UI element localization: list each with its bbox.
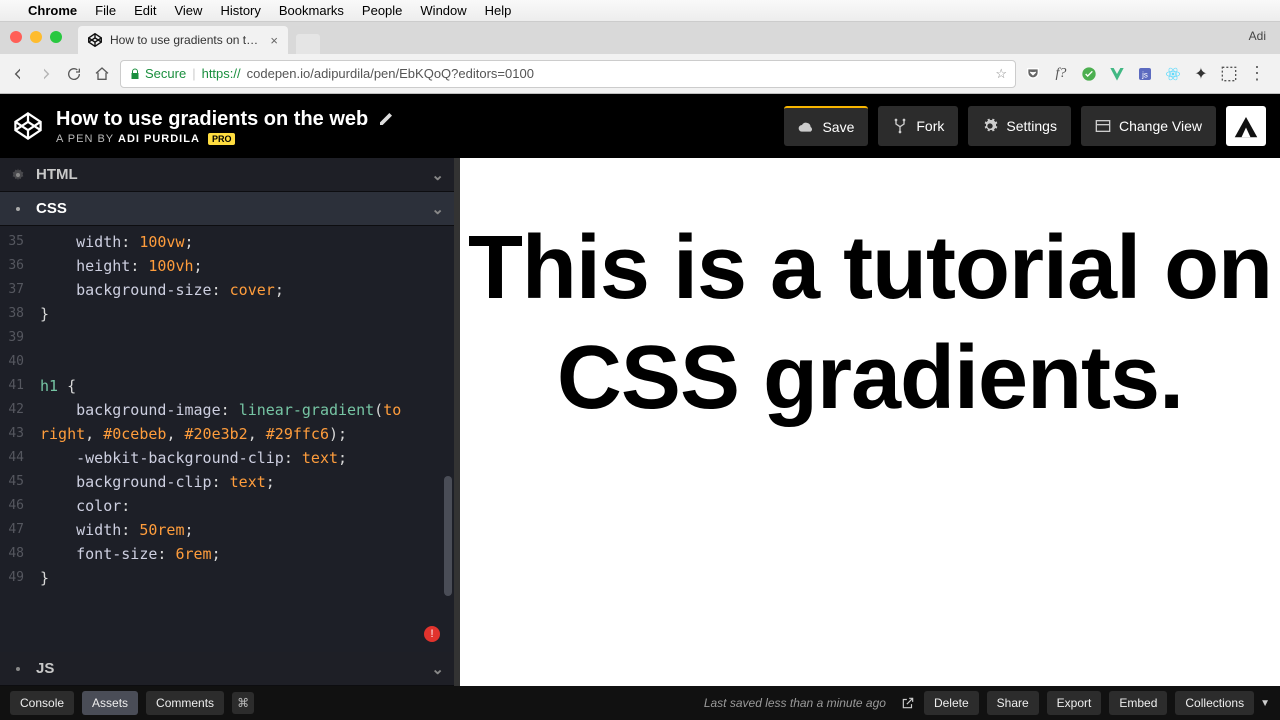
preview-heading: This is a tutorial on CSS gradients. bbox=[460, 214, 1280, 434]
codepen-footer: Console Assets Comments ⌘ Last saved les… bbox=[0, 686, 1280, 720]
assets-button[interactable]: Assets bbox=[82, 691, 138, 715]
chrome-menu-icon[interactable]: ⋮ bbox=[1248, 65, 1266, 83]
gear-icon[interactable] bbox=[10, 661, 26, 677]
home-button[interactable] bbox=[92, 64, 112, 84]
extension-icon-1[interactable]: js bbox=[1136, 65, 1154, 83]
codepen-body: HTML ⌄ CSS ⌄ 353637383940414243444546474… bbox=[0, 158, 1280, 686]
menu-help[interactable]: Help bbox=[485, 3, 512, 18]
svg-text:js: js bbox=[1141, 70, 1148, 79]
back-button[interactable] bbox=[8, 64, 28, 84]
editors-column: HTML ⌄ CSS ⌄ 353637383940414243444546474… bbox=[0, 158, 460, 686]
url-protocol: https:// bbox=[202, 66, 241, 81]
html-panel-label: HTML bbox=[36, 166, 78, 183]
extension-icon-3[interactable] bbox=[1220, 65, 1238, 83]
preview-pane: This is a tutorial on CSS gradients. bbox=[460, 158, 1280, 686]
user-avatar[interactable] bbox=[1226, 106, 1266, 146]
chrome-toolbar: Secure | https://codepen.io/adipurdila/p… bbox=[0, 54, 1280, 94]
fork-icon bbox=[892, 118, 908, 134]
edit-title-icon[interactable] bbox=[378, 111, 394, 127]
save-button[interactable]: Save bbox=[784, 106, 868, 146]
comments-button[interactable]: Comments bbox=[146, 691, 224, 715]
tab-title: How to use gradients on the w bbox=[110, 33, 260, 47]
gear-icon bbox=[982, 118, 998, 134]
collections-dropdown[interactable]: Collections ▼ bbox=[1175, 691, 1270, 715]
gear-icon[interactable] bbox=[10, 167, 26, 183]
maximize-window-button[interactable] bbox=[50, 31, 62, 43]
lock-icon bbox=[129, 68, 141, 80]
share-button[interactable]: Share bbox=[987, 691, 1039, 715]
close-tab-icon[interactable]: × bbox=[270, 33, 278, 48]
line-gutter: 353637383940414243444546474849 bbox=[0, 230, 28, 590]
url-rest: codepen.io/adipurdila/pen/EbKQoQ?editors… bbox=[247, 66, 534, 81]
codepen-logo-icon[interactable] bbox=[14, 112, 42, 140]
scrollbar-thumb[interactable] bbox=[444, 476, 452, 596]
css-panel-label: CSS bbox=[36, 200, 67, 217]
chrome-tabstrip-area: How to use gradients on the w × Adi bbox=[0, 22, 1280, 54]
html-panel-header[interactable]: HTML ⌄ bbox=[0, 158, 454, 192]
pocket-icon[interactable] bbox=[1024, 65, 1042, 83]
css-editor[interactable]: 353637383940414243444546474849 width: 10… bbox=[0, 226, 454, 652]
window-controls bbox=[10, 31, 62, 43]
codepen-favicon bbox=[88, 33, 102, 47]
minimize-window-button[interactable] bbox=[30, 31, 42, 43]
save-status: Last saved less than a minute ago bbox=[704, 696, 886, 710]
code-content[interactable]: width: 100vw; height: 100vh; background-… bbox=[40, 226, 454, 594]
codepen-header: How to use gradients on the web A PEN BY… bbox=[0, 94, 1280, 158]
menu-file[interactable]: File bbox=[95, 3, 116, 18]
menu-view[interactable]: View bbox=[174, 3, 202, 18]
address-bar[interactable]: Secure | https://codepen.io/adipurdila/p… bbox=[120, 60, 1016, 88]
gear-icon[interactable] bbox=[10, 201, 26, 217]
open-external-icon[interactable] bbox=[900, 695, 916, 711]
css-panel-header[interactable]: CSS ⌄ bbox=[0, 192, 454, 226]
fork-button[interactable]: Fork bbox=[878, 106, 958, 146]
menu-people[interactable]: People bbox=[362, 3, 402, 18]
profile-label[interactable]: Adi bbox=[1249, 29, 1266, 43]
macos-menubar: Chrome File Edit View History Bookmarks People… bbox=[0, 0, 1280, 22]
cloud-icon bbox=[798, 119, 814, 135]
pen-byline: A PEN BY Adi Purdila PRO bbox=[56, 133, 394, 145]
extensions-row: f? js ✦ ⋮ bbox=[1024, 65, 1272, 83]
menu-window[interactable]: Window bbox=[420, 3, 466, 18]
pen-title: How to use gradients on the web bbox=[56, 108, 368, 131]
layout-icon bbox=[1095, 118, 1111, 134]
embed-button[interactable]: Embed bbox=[1109, 691, 1167, 715]
tabstrip: How to use gradients on the w × bbox=[78, 26, 320, 54]
collections-button[interactable]: Collections bbox=[1175, 691, 1254, 715]
error-badge[interactable]: ! bbox=[424, 626, 440, 642]
react-devtools-icon[interactable] bbox=[1164, 65, 1182, 83]
pro-badge: PRO bbox=[208, 133, 236, 145]
menu-chrome[interactable]: Chrome bbox=[28, 3, 77, 18]
browser-tab[interactable]: How to use gradients on the w × bbox=[78, 26, 288, 54]
js-panel-label: JS bbox=[36, 660, 54, 677]
keyboard-shortcuts-button[interactable]: ⌘ bbox=[232, 692, 254, 714]
reload-button[interactable] bbox=[64, 64, 84, 84]
bookmark-star-icon[interactable]: ☆ bbox=[995, 66, 1007, 82]
chevron-down-icon[interactable]: ⌄ bbox=[431, 200, 444, 218]
chevron-down-icon[interactable]: ⌄ bbox=[431, 166, 444, 184]
export-button[interactable]: Export bbox=[1047, 691, 1102, 715]
fontface-icon[interactable]: f? bbox=[1052, 65, 1070, 83]
delete-button[interactable]: Delete bbox=[924, 691, 979, 715]
close-window-button[interactable] bbox=[10, 31, 22, 43]
menu-bookmarks[interactable]: Bookmarks bbox=[279, 3, 344, 18]
forward-button[interactable] bbox=[36, 64, 56, 84]
vue-devtools-icon[interactable] bbox=[1108, 65, 1126, 83]
settings-button[interactable]: Settings bbox=[968, 106, 1071, 146]
chevron-down-icon: ▼ bbox=[1260, 698, 1270, 709]
secure-indicator: Secure bbox=[129, 66, 186, 81]
menu-edit[interactable]: Edit bbox=[134, 3, 156, 18]
chevron-down-icon[interactable]: ⌄ bbox=[431, 660, 444, 678]
new-tab-button[interactable] bbox=[296, 34, 320, 54]
console-button[interactable]: Console bbox=[10, 691, 74, 715]
secure-label: Secure bbox=[145, 66, 186, 81]
author-link[interactable]: Adi Purdila bbox=[118, 133, 200, 145]
js-panel-header[interactable]: JS ⌄ bbox=[0, 652, 454, 686]
menu-history[interactable]: History bbox=[220, 3, 260, 18]
extension-icon-2[interactable]: ✦ bbox=[1192, 65, 1210, 83]
change-view-button[interactable]: Change View bbox=[1081, 106, 1216, 146]
checkmark-extension-icon[interactable] bbox=[1080, 65, 1098, 83]
